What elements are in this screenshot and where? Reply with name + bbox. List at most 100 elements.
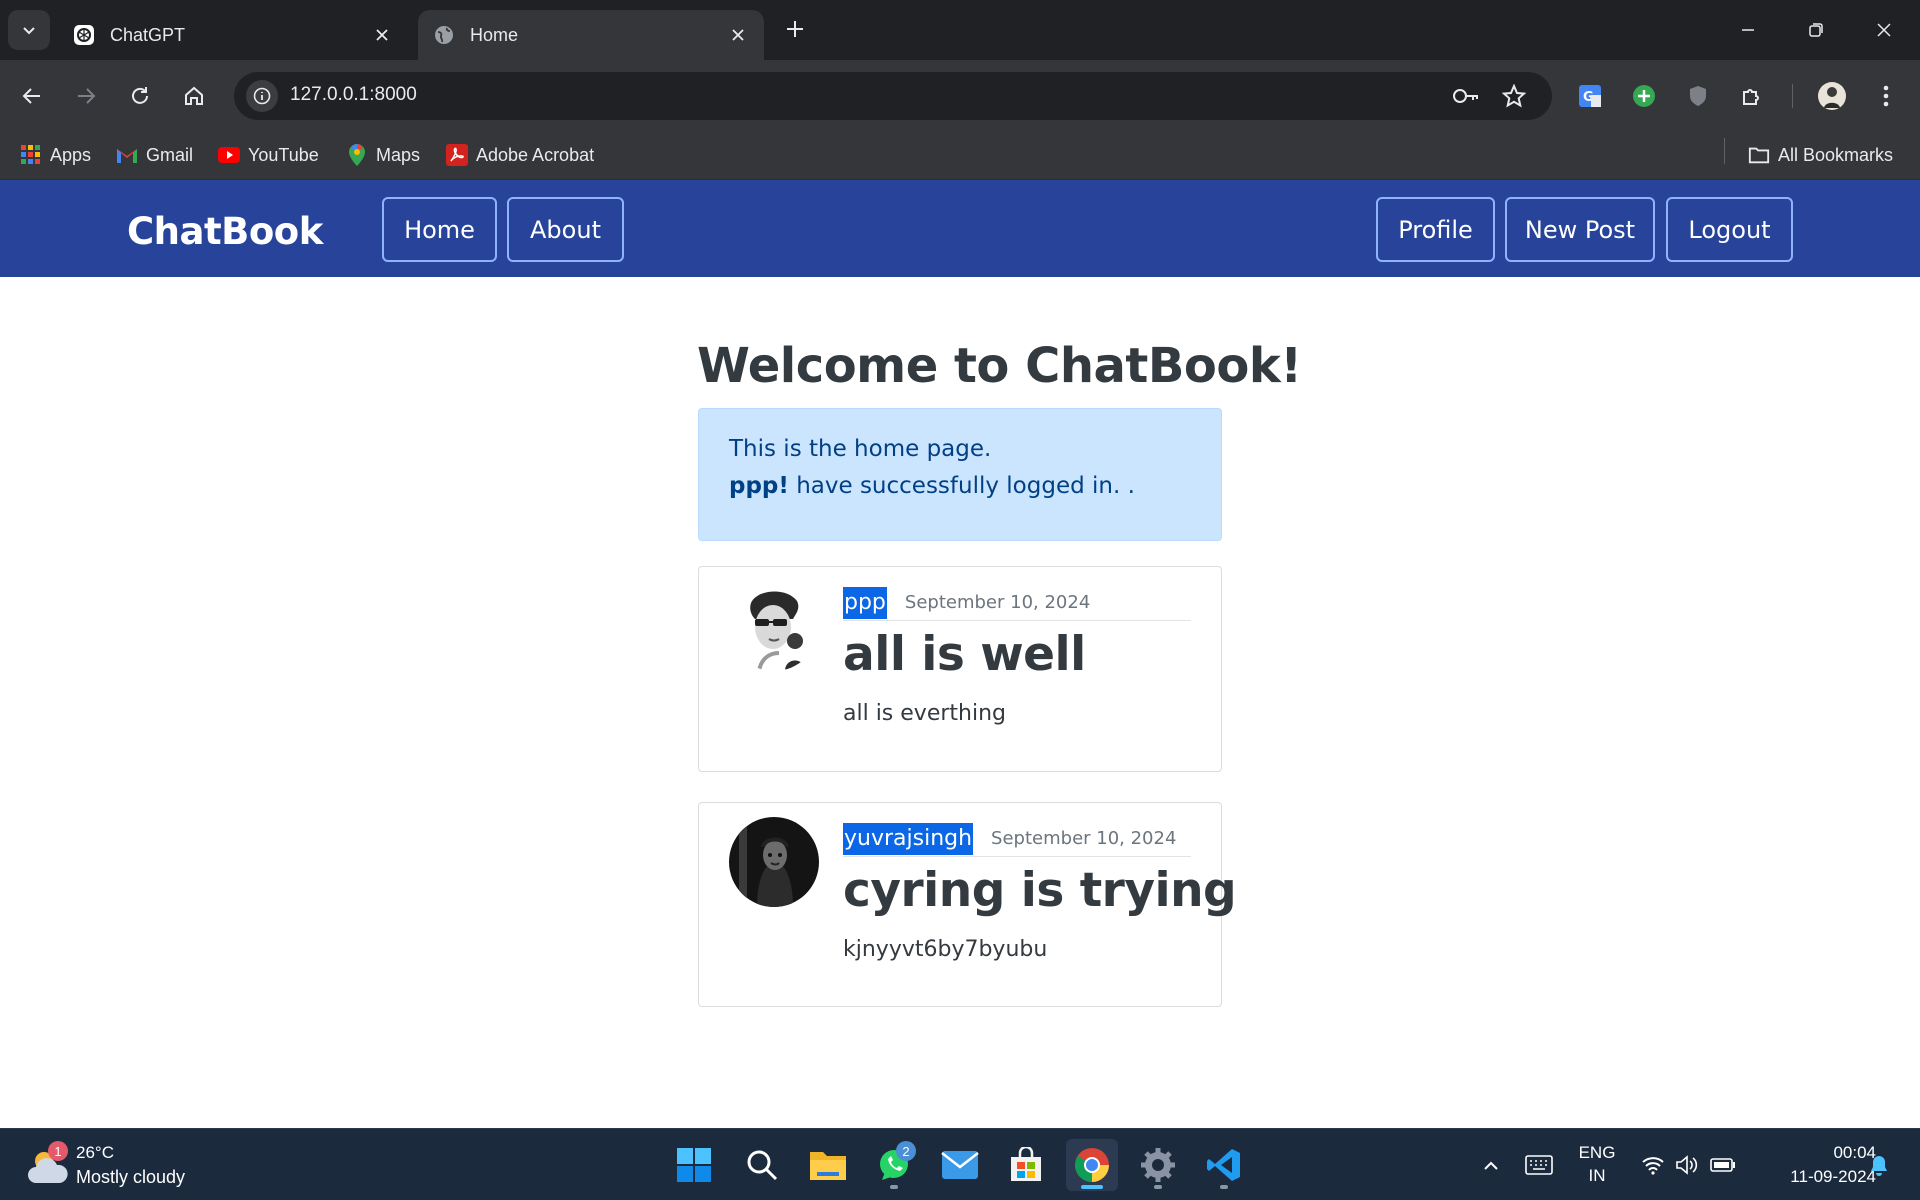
tray-overflow-button[interactable] bbox=[1478, 1139, 1504, 1191]
alert-message: have successfully logged in. . bbox=[788, 473, 1135, 499]
translate-extension-icon[interactable]: G bbox=[1570, 76, 1610, 116]
acrobat-icon bbox=[446, 144, 468, 166]
toolbar-divider bbox=[1792, 84, 1793, 108]
restore-button[interactable] bbox=[1796, 12, 1836, 48]
url-text: 127.0.0.1:8000 bbox=[290, 84, 417, 105]
region-code: IN bbox=[1588, 1166, 1606, 1185]
site-navbar: ChatBook Home About Profile New Post Log… bbox=[0, 180, 1920, 277]
plus-icon bbox=[787, 21, 803, 37]
post-body: all is everthing bbox=[843, 701, 1006, 726]
nav-new-post-link[interactable]: New Post bbox=[1505, 197, 1655, 262]
gear-icon bbox=[1141, 1148, 1175, 1182]
site-info-icon[interactable] bbox=[246, 80, 278, 112]
taskbar-search-button[interactable] bbox=[736, 1139, 788, 1191]
mail-icon bbox=[941, 1151, 979, 1179]
menu-kebab-icon[interactable] bbox=[1866, 76, 1906, 116]
nav-about-link[interactable]: About bbox=[507, 197, 624, 262]
address-bar[interactable]: 127.0.0.1:8000 bbox=[234, 72, 1552, 120]
battery-status[interactable] bbox=[1708, 1139, 1738, 1191]
bookmark-youtube[interactable]: YouTube bbox=[218, 140, 319, 170]
start-button[interactable] bbox=[668, 1139, 720, 1191]
arrow-left-icon bbox=[22, 88, 40, 104]
weather-temp: 26°C bbox=[76, 1143, 114, 1162]
whatsapp-badge: 2 bbox=[896, 1141, 916, 1161]
bookmark-apps[interactable]: Apps bbox=[20, 140, 91, 170]
reload-button[interactable] bbox=[120, 76, 160, 116]
all-bookmarks-label: All Bookmarks bbox=[1778, 144, 1894, 165]
vscode-icon bbox=[1207, 1149, 1240, 1181]
brand-logo[interactable]: ChatBook bbox=[127, 210, 323, 253]
running-indicator bbox=[1154, 1185, 1162, 1189]
bookmark-adobe-acrobat[interactable]: Adobe Acrobat bbox=[446, 140, 594, 170]
close-icon bbox=[1877, 23, 1891, 37]
bookmark-gmail[interactable]: Gmail bbox=[116, 140, 193, 170]
youtube-icon bbox=[218, 144, 240, 166]
new-tab-button[interactable] bbox=[780, 14, 810, 44]
keyboard-icon bbox=[1525, 1155, 1553, 1175]
tab-strip: ChatGPT Home bbox=[0, 0, 1920, 60]
author-avatar[interactable] bbox=[729, 581, 819, 671]
nav-home-link[interactable]: Home bbox=[382, 197, 497, 262]
nav-profile-link[interactable]: Profile bbox=[1376, 197, 1495, 262]
volume-status[interactable] bbox=[1672, 1139, 1702, 1191]
running-indicator bbox=[890, 1185, 898, 1189]
language-indicator[interactable]: ENG IN bbox=[1578, 1141, 1616, 1187]
back-button[interactable] bbox=[12, 76, 52, 116]
add-extension-icon[interactable] bbox=[1624, 76, 1664, 116]
author-avatar[interactable] bbox=[729, 817, 819, 907]
key-icon[interactable] bbox=[1452, 82, 1480, 110]
folder-icon bbox=[1748, 144, 1770, 166]
profile-avatar[interactable] bbox=[1812, 76, 1852, 116]
tab-search-button[interactable] bbox=[8, 10, 50, 50]
post-title[interactable]: all is well bbox=[843, 627, 1086, 682]
post-author-link[interactable]: ppp bbox=[843, 586, 887, 619]
alert-line-1: This is the home page. bbox=[729, 436, 992, 462]
bookmark-label: Gmail bbox=[146, 144, 194, 165]
weather-widget[interactable]: 1 26°C Mostly cloudy bbox=[26, 1139, 226, 1191]
close-tab-icon[interactable] bbox=[368, 21, 396, 49]
wifi-status[interactable] bbox=[1638, 1139, 1668, 1191]
shield-extension-icon[interactable] bbox=[1678, 76, 1718, 116]
taskbar-file-explorer[interactable] bbox=[802, 1139, 854, 1191]
minimize-button[interactable] bbox=[1728, 12, 1768, 48]
tab-title: Home bbox=[470, 24, 519, 45]
bookmark-star-icon[interactable] bbox=[1500, 82, 1528, 110]
folder-icon bbox=[810, 1152, 846, 1180]
nav-logout-link[interactable]: Logout bbox=[1666, 197, 1793, 262]
forward-button[interactable] bbox=[66, 76, 106, 116]
system-clock[interactable]: 00:04 11-09-2024 bbox=[1756, 1141, 1876, 1189]
weather-badge: 1 bbox=[48, 1141, 68, 1161]
extensions-puzzle-icon[interactable] bbox=[1732, 76, 1772, 116]
notifications-button[interactable] bbox=[1864, 1139, 1894, 1191]
close-tab-icon[interactable] bbox=[724, 21, 752, 49]
speaker-icon bbox=[1676, 1155, 1698, 1175]
store-icon bbox=[1011, 1147, 1041, 1181]
all-bookmarks-button[interactable]: All Bookmarks bbox=[1748, 140, 1893, 170]
gmail-icon bbox=[116, 144, 138, 166]
home-button[interactable] bbox=[174, 76, 214, 116]
taskbar-chrome[interactable] bbox=[1066, 1139, 1118, 1191]
battery-icon bbox=[1710, 1158, 1735, 1172]
post-card: yuvrajsingh September 10, 2024 cyring is… bbox=[698, 802, 1237, 1007]
post-author-link[interactable]: yuvrajsingh bbox=[843, 822, 974, 855]
bookmark-label: YouTube bbox=[248, 144, 319, 165]
bookmark-label: Maps bbox=[376, 144, 421, 165]
taskbar-whatsapp[interactable]: 2 bbox=[868, 1139, 920, 1191]
taskbar-mail[interactable] bbox=[934, 1139, 986, 1191]
tab-home[interactable]: Home bbox=[418, 10, 764, 60]
restore-icon bbox=[1809, 23, 1823, 37]
bookmarks-divider bbox=[1724, 138, 1725, 164]
tab-chatgpt[interactable]: ChatGPT bbox=[58, 10, 408, 60]
taskbar-store[interactable] bbox=[1000, 1139, 1052, 1191]
clock-time: 00:04 bbox=[1833, 1143, 1876, 1162]
close-window-button[interactable] bbox=[1864, 12, 1904, 48]
active-indicator bbox=[1081, 1185, 1103, 1189]
weather-condition: Mostly cloudy bbox=[76, 1167, 186, 1187]
post-title[interactable]: cyring is trying bbox=[843, 863, 1237, 918]
maps-icon bbox=[346, 144, 368, 166]
touch-keyboard-button[interactable] bbox=[1522, 1139, 1556, 1191]
post-meta: yuvrajsingh September 10, 2024 bbox=[843, 821, 1191, 857]
taskbar-settings[interactable] bbox=[1132, 1139, 1184, 1191]
taskbar-vscode[interactable] bbox=[1198, 1139, 1250, 1191]
bookmark-maps[interactable]: Maps bbox=[346, 140, 420, 170]
